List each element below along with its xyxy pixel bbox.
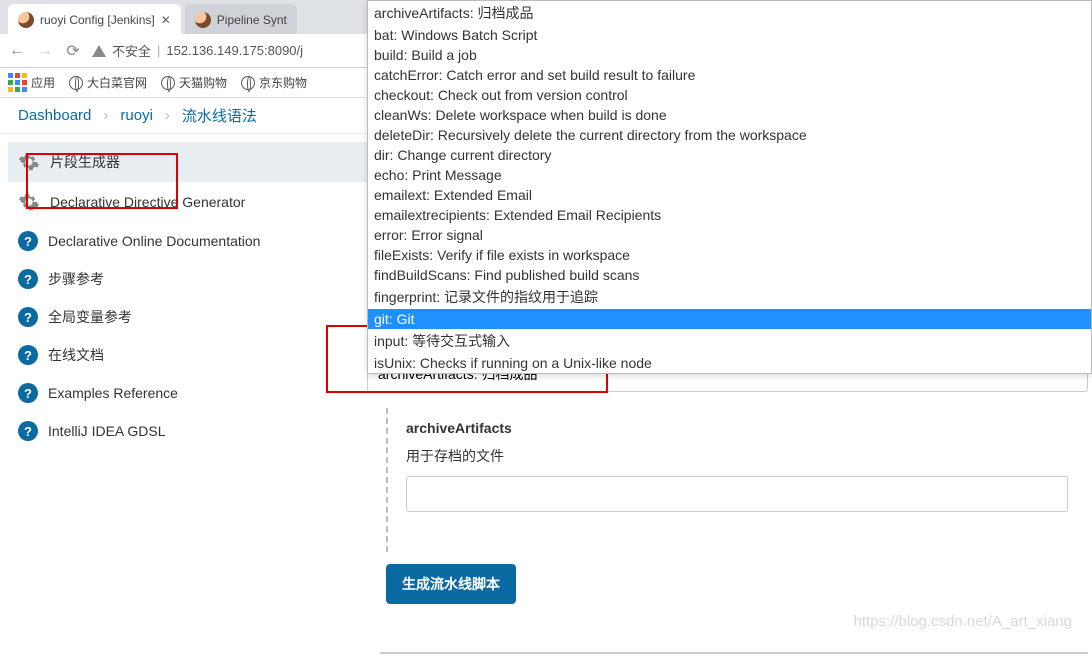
sidebar-item[interactable]: ? Examples Reference <box>8 374 370 412</box>
bookmark-item[interactable]: 天猫购物 <box>161 74 227 91</box>
watermark-text: https://blog.csdn.net/A_art_xiang <box>854 613 1072 630</box>
breadcrumb-dashboard[interactable]: Dashboard <box>18 107 91 124</box>
jenkins-favicon <box>18 12 34 28</box>
globe-icon <box>241 76 255 90</box>
sidebar-item-label: IntelliJ IDEA GDSL <box>48 423 166 439</box>
breadcrumb-page[interactable]: 流水线语法 <box>182 105 257 126</box>
bookmark-label: 大白菜官网 <box>87 74 147 91</box>
bookmark-item[interactable]: 京东购物 <box>241 74 307 91</box>
sidebar-item-label: Declarative Directive Generator <box>50 194 245 210</box>
sidebar-item[interactable]: Declarative Directive Generator <box>8 182 370 222</box>
sidebar-item-label: 全局变量参考 <box>48 307 132 327</box>
apps-button[interactable]: 应用 <box>8 73 55 92</box>
generate-script-button[interactable]: 生成流水线脚本 <box>386 564 516 604</box>
help-icon: ? <box>18 231 38 251</box>
dropdown-option[interactable]: findBuildScans: Find published build sca… <box>368 265 1091 285</box>
dropdown-option[interactable]: archiveArtifacts: 归档成品 <box>368 1 1091 25</box>
dropdown-option[interactable]: error: Error signal <box>368 225 1091 245</box>
sidebar: 片段生成器 Declarative Directive Generator? Dec… <box>0 134 370 660</box>
dropdown-option[interactable]: fingerprint: 记录文件的指纹用于追踪 <box>368 285 1091 309</box>
jenkins-favicon <box>195 12 211 28</box>
form-section: archiveArtifacts 用于存档的文件 <box>386 408 1082 552</box>
help-icon: ? <box>18 269 38 289</box>
help-icon: ? <box>18 307 38 327</box>
insecure-label: 不安全 <box>112 41 151 60</box>
sidebar-item-label: 步骤参考 <box>48 269 104 289</box>
browser-tab-inactive[interactable]: Pipeline Synt <box>185 4 297 34</box>
reload-icon[interactable]: ⟳ <box>64 41 82 61</box>
sidebar-item-label: Examples Reference <box>48 385 178 401</box>
sidebar-item[interactable]: ? IntelliJ IDEA GDSL <box>8 412 370 450</box>
sidebar-item-label: Declarative Online Documentation <box>48 233 260 249</box>
sidebar-item-label: 在线文档 <box>48 345 104 365</box>
forward-icon[interactable]: → <box>36 42 54 60</box>
back-icon[interactable]: ← <box>8 42 26 60</box>
breadcrumb-project[interactable]: ruoyi <box>120 107 153 124</box>
tab-title: ruoyi Config [Jenkins] <box>40 13 155 27</box>
gear-icon <box>18 191 40 213</box>
help-icon: ? <box>18 345 38 365</box>
sidebar-item[interactable]: ? 全局变量参考 <box>8 298 370 336</box>
apps-label: 应用 <box>31 74 55 91</box>
insecure-icon <box>92 45 106 57</box>
dropdown-option[interactable]: input: 等待交互式输入 <box>368 329 1091 353</box>
help-icon: ? <box>18 383 38 403</box>
dropdown-option[interactable]: catchError: Catch error and set build re… <box>368 65 1091 85</box>
sidebar-item-label: 片段生成器 <box>50 152 120 172</box>
browser-tab-active[interactable]: ruoyi Config [Jenkins] ✕ <box>8 4 181 34</box>
bookmark-label: 京东购物 <box>259 74 307 91</box>
divider <box>380 652 1088 654</box>
dropdown-option[interactable]: isUnix: Checks if running on a Unix-like… <box>368 353 1091 373</box>
bookmark-label: 天猫购物 <box>179 74 227 91</box>
dropdown-option[interactable]: checkout: Check out from version control <box>368 85 1091 105</box>
apps-icon <box>8 73 27 92</box>
gear-icon <box>18 151 40 173</box>
tab-title: Pipeline Synt <box>217 13 287 27</box>
sidebar-item[interactable]: ? 在线文档 <box>8 336 370 374</box>
globe-icon <box>161 76 175 90</box>
sidebar-item[interactable]: ? 步骤参考 <box>8 260 370 298</box>
bookmark-item[interactable]: 大白菜官网 <box>69 74 147 91</box>
step-dropdown-list[interactable]: archiveArtifacts: 归档成品bat: Windows Batch… <box>367 0 1092 374</box>
dropdown-option[interactable]: cleanWs: Delete workspace when build is … <box>368 105 1091 125</box>
close-icon[interactable]: ✕ <box>161 13 171 27</box>
chevron-right-icon: › <box>165 107 170 124</box>
sidebar-item[interactable]: 片段生成器 <box>8 142 370 182</box>
dropdown-option[interactable]: emailextrecipients: Extended Email Recip… <box>368 205 1091 225</box>
files-to-archive-input[interactable] <box>406 476 1068 512</box>
sidebar-item[interactable]: ? Declarative Online Documentation <box>8 222 370 260</box>
dropdown-option[interactable]: dir: Change current directory <box>368 145 1091 165</box>
dropdown-option[interactable]: bat: Windows Batch Script <box>368 25 1091 45</box>
dropdown-option[interactable]: deleteDir: Recursively delete the curren… <box>368 125 1091 145</box>
url-text: 152.136.149.175:8090/j <box>166 43 303 58</box>
dropdown-option[interactable]: git: Git <box>368 309 1091 329</box>
help-icon: ? <box>18 421 38 441</box>
dropdown-option[interactable]: echo: Print Message <box>368 165 1091 185</box>
globe-icon <box>69 76 83 90</box>
dropdown-option[interactable]: build: Build a job <box>368 45 1091 65</box>
url-separator: | <box>157 43 160 58</box>
dropdown-option[interactable]: fileExists: Verify if file exists in wor… <box>368 245 1091 265</box>
dropdown-option[interactable]: emailext: Extended Email <box>368 185 1091 205</box>
file-field-label: 用于存档的文件 <box>406 446 1082 466</box>
section-title: archiveArtifacts <box>406 420 1082 436</box>
chevron-right-icon: › <box>103 107 108 124</box>
